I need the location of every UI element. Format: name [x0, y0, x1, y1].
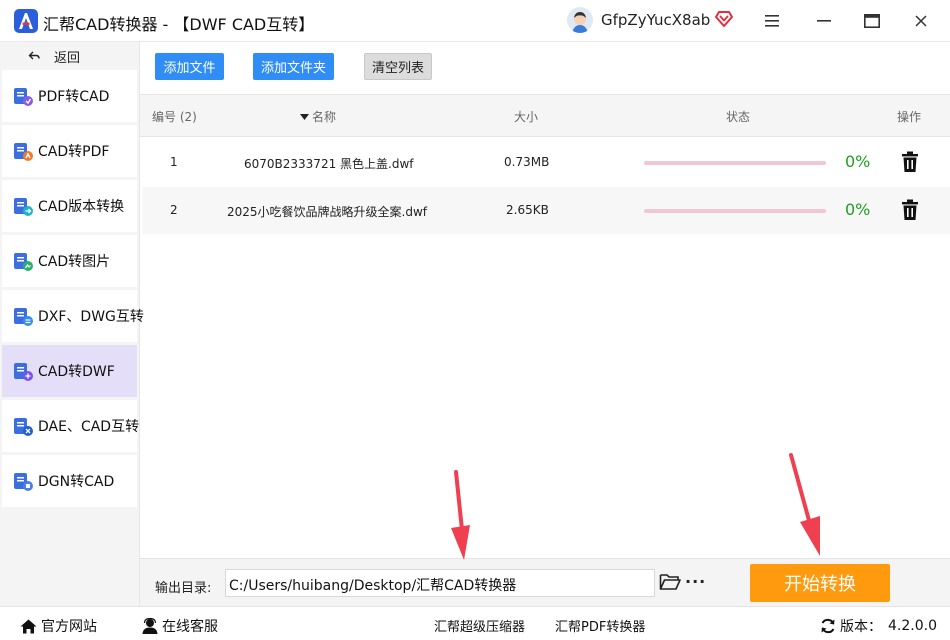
row-index: 2 — [170, 203, 178, 217]
output-dir-label: 输出目录: — [155, 581, 212, 596]
vip-diamond-icon[interactable] — [715, 10, 733, 28]
sidebar-item-cad-to-image[interactable]: CAD转图片 — [2, 235, 137, 287]
open-folder-icon[interactable] — [659, 573, 681, 591]
start-convert-button[interactable]: 开始转换 — [750, 564, 890, 602]
row-file-name: 2025小吃餐饮品牌战略升级全案.dwf — [227, 205, 428, 219]
column-name-label: 名称 — [312, 110, 337, 124]
pdf-converter-link[interactable]: 汇帮PDF转换器 — [555, 616, 645, 635]
sidebar: 返回 PDF转CAD CAD转PDF CAD版本转换 CAD转图片 DXF、DW… — [0, 42, 144, 606]
window-title: 汇帮CAD转换器 - 【DWF CAD互转】 — [43, 15, 315, 34]
back-button[interactable]: 返回 — [28, 46, 80, 66]
cad-to-dwf-icon — [14, 363, 33, 381]
sidebar-item-dxf-dwg[interactable]: DXF、DWG互转 — [2, 290, 144, 342]
table-row[interactable]: 2 2025小吃餐饮品牌战略升级全案.dwf 2.65KB 0% — [142, 187, 950, 234]
online-support-link[interactable]: 在线客服 — [142, 616, 218, 636]
delete-trash-icon[interactable] — [900, 151, 920, 173]
online-support-label: 在线客服 — [162, 619, 218, 635]
version-number: 4.2.0.0 — [888, 618, 937, 634]
row-file-size: 0.73MB — [504, 155, 550, 169]
home-icon — [20, 619, 37, 633]
sidebar-item-dae-cad[interactable]: DAE、CAD互转 — [2, 400, 140, 452]
close-icon — [915, 15, 927, 27]
progress-percent: 0% — [845, 200, 871, 219]
annotation-arrow-icon — [789, 453, 820, 556]
column-size[interactable]: 大小 — [514, 108, 538, 125]
progress-bar — [644, 209, 826, 213]
sidebar-item-label: PDF转CAD — [38, 89, 110, 105]
output-path-field[interactable]: C:/Users/huibang/Desktop/汇帮CAD转换器 — [225, 569, 655, 597]
dgn-to-cad-icon — [14, 473, 33, 491]
sidebar-item-dgn-to-cad[interactable]: DGN转CAD — [2, 455, 137, 507]
maximize-icon — [864, 14, 880, 28]
back-label: 返回 — [54, 50, 81, 66]
user-avatar[interactable] — [567, 7, 593, 33]
column-action: 操作 — [897, 110, 922, 124]
sidebar-item-cad-to-pdf[interactable]: CAD转PDF — [2, 125, 137, 177]
add-folder-button[interactable]: 添加文件夹 — [253, 53, 334, 80]
hamburger-icon — [765, 15, 779, 27]
close-button[interactable] — [909, 9, 933, 33]
refresh-icon — [821, 618, 835, 634]
official-website-link[interactable]: 官方网站 — [20, 616, 97, 636]
title-bar: 汇帮CAD转换器 - 【DWF CAD互转】 GfpZyYucX8ab — [0, 0, 950, 42]
dae-cad-icon — [14, 418, 33, 436]
back-arrow-icon — [28, 51, 40, 60]
avatar-icon — [567, 7, 593, 33]
clear-list-button[interactable]: 清空列表 — [364, 53, 432, 80]
username: GfpZyYucX8ab — [601, 11, 711, 29]
table-row[interactable]: 1 6070B2333721 黑色上盖.dwf 0.73MB 0% — [142, 139, 950, 186]
progress-percent: 0% — [845, 152, 871, 171]
version-label: 版本： — [840, 619, 882, 635]
cad-version-icon — [14, 198, 33, 216]
column-name[interactable]: 名称 — [300, 108, 336, 125]
support-agent-icon — [142, 618, 158, 634]
app-logo-icon — [14, 9, 38, 33]
row-file-name: 6070B2333721 黑色上盖.dwf — [244, 157, 414, 171]
output-bar: 输出目录: C:/Users/huibang/Desktop/汇帮CAD转换器 … — [140, 558, 950, 606]
dxf-dwg-icon — [14, 308, 33, 326]
footer: 官方网站 在线客服 汇帮超级压缩器 汇帮PDF转换器 版本： 4.2.0.0 — [0, 606, 950, 640]
column-index[interactable]: 编号 (2) — [152, 108, 197, 125]
progress-bar — [644, 161, 826, 165]
sidebar-item-label: CAD转图片 — [38, 254, 111, 270]
sidebar-item-pdf-to-cad[interactable]: PDF转CAD — [2, 70, 137, 122]
cad-to-pdf-icon — [14, 143, 33, 161]
menu-button[interactable] — [760, 9, 784, 33]
sidebar-item-label: DAE、CAD互转 — [38, 419, 140, 435]
row-file-size: 2.65KB — [506, 203, 549, 217]
table-header: 编号 (2) 名称 大小 状态 操作 — [140, 94, 950, 137]
cad-to-image-icon — [14, 253, 33, 271]
sidebar-item-label: CAD转PDF — [38, 144, 110, 160]
column-status: 状态 — [726, 110, 751, 124]
compressor-link[interactable]: 汇帮超级压缩器 — [434, 616, 525, 635]
sort-down-icon — [300, 113, 309, 120]
annotation-arrow-icon — [451, 470, 470, 560]
sidebar-item-cad-version[interactable]: CAD版本转换 — [2, 180, 137, 232]
official-website-label: 官方网站 — [41, 619, 97, 635]
delete-trash-icon[interactable] — [900, 199, 920, 221]
more-options-button[interactable]: ··· — [685, 572, 706, 591]
sidebar-item-label: CAD转DWF — [38, 364, 115, 380]
sidebar-item-label: DXF、DWG互转 — [38, 309, 144, 325]
minimize-button[interactable] — [812, 9, 836, 33]
pdf-to-cad-icon — [14, 88, 33, 106]
sidebar-item-cad-to-dwf[interactable]: CAD转DWF — [2, 345, 137, 397]
row-index: 1 — [170, 155, 178, 169]
sidebar-item-label: CAD版本转换 — [38, 199, 125, 215]
add-file-button[interactable]: 添加文件 — [155, 53, 224, 80]
minimize-icon — [817, 20, 831, 22]
version-info[interactable]: 版本： 4.2.0.0 — [820, 616, 937, 636]
sidebar-item-label: DGN转CAD — [38, 474, 115, 490]
maximize-button[interactable] — [860, 9, 884, 33]
